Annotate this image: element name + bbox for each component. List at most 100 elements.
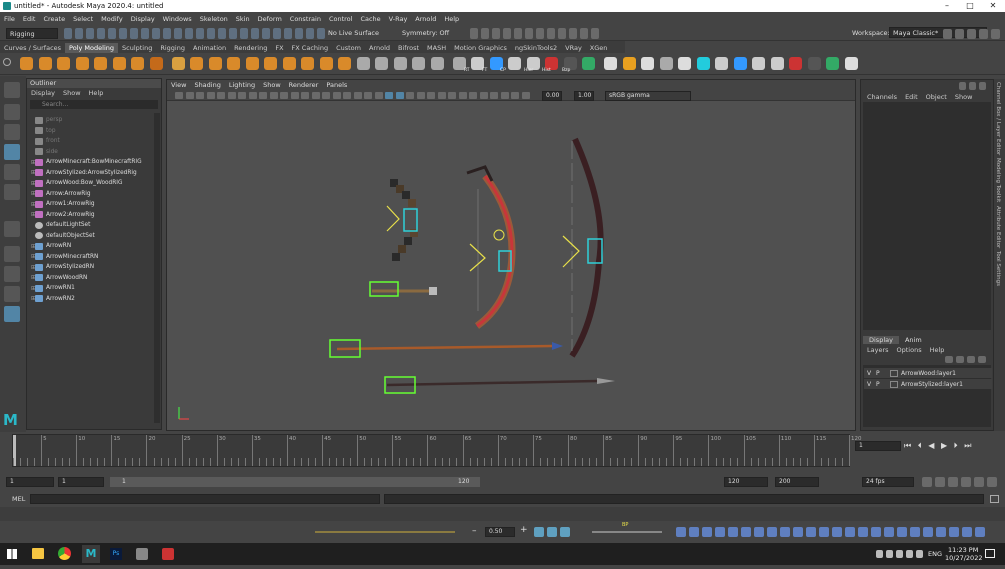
wood-bow-mesh[interactable] xyxy=(562,137,604,358)
tray-icon-0[interactable] xyxy=(876,550,883,558)
viewport-tool-icon-20[interactable] xyxy=(385,92,393,99)
anim-key-icon-2[interactable] xyxy=(560,527,570,537)
viewport-menu-show[interactable]: Show xyxy=(263,81,281,89)
shelf-icon-8[interactable] xyxy=(171,57,185,70)
status-tool-icon-11[interactable] xyxy=(185,28,193,39)
outliner-item[interactable]: top xyxy=(27,126,157,137)
menu-create[interactable]: Create xyxy=(39,15,69,23)
symmetry-label[interactable]: Symmetry: Off xyxy=(402,29,449,37)
last-tool-icon[interactable] xyxy=(4,221,20,237)
status-tool-icon-15[interactable] xyxy=(229,28,237,39)
channel-menu-object[interactable]: Object xyxy=(926,93,947,101)
shelf-tab-0[interactable]: Curves / Surfaces xyxy=(0,43,65,53)
expand-icon[interactable]: ⊞ xyxy=(27,169,36,176)
shelf-icon-10[interactable] xyxy=(208,57,222,70)
anim-minus-icon[interactable]: – xyxy=(472,526,477,536)
viewport-tool-icon-33[interactable] xyxy=(521,92,530,99)
status-tool-icon-1[interactable] xyxy=(75,28,83,39)
side-tab-3[interactable]: Tool Settings xyxy=(995,251,1001,286)
time-slider[interactable]: 5 10 15 20 25 30 35 40 45 50 55 60 65 70 75 80 85 90 95 100… xyxy=(0,433,1005,473)
shelf-icon-13[interactable] xyxy=(264,57,277,70)
status-tool-icon-21[interactable] xyxy=(295,28,303,39)
anim-tangent-icon-8[interactable] xyxy=(780,527,790,537)
expand-icon[interactable]: ⊞ xyxy=(27,253,36,260)
playback-start-field[interactable]: 1 xyxy=(58,477,104,487)
layer-toolbar-icon-3[interactable] xyxy=(978,356,986,363)
viewport-tool-icon-3[interactable] xyxy=(206,92,215,99)
shelf-icon-43[interactable] xyxy=(826,57,839,70)
expand-icon[interactable]: ⊞ xyxy=(27,180,36,187)
viewport-tool-icon-4[interactable] xyxy=(217,92,225,99)
maya-taskbar-icon[interactable]: M xyxy=(82,545,100,563)
shelf-icon-17[interactable] xyxy=(338,57,351,70)
shelf-icon-22[interactable] xyxy=(430,57,444,70)
anim-key-icon-0[interactable] xyxy=(534,527,544,537)
expand-icon[interactable]: ⊞ xyxy=(27,274,36,281)
timeline-ruler[interactable]: 5 10 15 20 25 30 35 40 45 50 55 60 65 70 75 80 85 90 95 100… xyxy=(12,434,862,467)
anim-tangent-icon-11[interactable] xyxy=(819,527,829,537)
menu-deform[interactable]: Deform xyxy=(254,15,286,23)
outliner-search-input[interactable]: Search... xyxy=(30,100,158,109)
language-indicator[interactable]: ENG xyxy=(928,543,942,565)
paint-select-icon[interactable] xyxy=(4,124,20,140)
status-tool-icon-17[interactable] xyxy=(251,28,259,39)
viewport-tool-icon-31[interactable] xyxy=(500,92,509,99)
shelf-icon-6[interactable] xyxy=(131,57,144,70)
anim-tangent-icon-0[interactable] xyxy=(676,527,686,537)
viewport-panel[interactable]: View Shading Lighting Show Renderer Panels 0.… xyxy=(166,79,856,431)
script-editor-icon[interactable] xyxy=(990,495,999,503)
shelf-icon-34[interactable] xyxy=(659,57,673,70)
menu-vray[interactable]: V-Ray xyxy=(385,15,412,23)
shelf-tab-3[interactable]: Rigging xyxy=(156,43,189,53)
layout-icon-1[interactable] xyxy=(955,29,964,39)
tween-slider[interactable] xyxy=(592,531,662,533)
shelf-icon-26[interactable] xyxy=(508,57,521,70)
expand-icon[interactable]: ⊞ xyxy=(27,243,36,250)
side-tab-2[interactable]: Attribute Editor xyxy=(995,206,1001,248)
menu-skin[interactable]: Skin xyxy=(232,15,254,23)
status-tool-icon-16[interactable] xyxy=(240,28,248,39)
shelf-icon-39[interactable] xyxy=(752,57,765,70)
outliner-menu-help[interactable]: Help xyxy=(89,89,104,97)
anim-value-field[interactable]: 0.50 xyxy=(485,527,515,537)
anim-tangent-icon-7[interactable] xyxy=(767,527,777,537)
anim-tangent-icon-4[interactable] xyxy=(728,527,738,537)
close-button[interactable]: ✕ xyxy=(981,0,1005,12)
outliner-item[interactable]: ⊞ ArrowRN2 xyxy=(27,294,157,305)
menu-edit[interactable]: Edit xyxy=(19,15,40,23)
menu-control[interactable]: Control xyxy=(325,15,357,23)
shelf-icon-44[interactable] xyxy=(844,57,858,70)
layer-tab-display[interactable]: Display xyxy=(863,336,899,344)
anim-tangent-icon-1[interactable] xyxy=(689,527,699,537)
shelf-tab-8[interactable]: Custom xyxy=(332,43,365,53)
viewport-tool-icon-27[interactable] xyxy=(458,92,467,99)
channel-menu-edit[interactable]: Edit xyxy=(905,93,918,101)
menu-help[interactable]: Help xyxy=(440,15,463,23)
expand-icon[interactable]: ⊞ xyxy=(27,295,36,302)
channel-toolbar-icon-1[interactable] xyxy=(969,82,976,90)
shelf-icon-41[interactable] xyxy=(789,57,802,70)
shelf-icon-7[interactable] xyxy=(149,57,163,70)
expand-icon[interactable]: ⊞ xyxy=(27,211,36,218)
status-tool-icon-19[interactable] xyxy=(273,28,281,39)
anim-tangent-icon-6[interactable] xyxy=(754,527,764,537)
range-option-icon-2[interactable] xyxy=(948,477,958,487)
viewport-menu-view[interactable]: View xyxy=(171,81,186,89)
shelf-tab-6[interactable]: FX xyxy=(271,43,287,53)
layout-icon-4[interactable] xyxy=(991,29,1000,39)
status-tool-icon-10[interactable] xyxy=(174,28,182,39)
viewport-scene[interactable] xyxy=(167,101,856,431)
shelf-tab-4[interactable]: Animation xyxy=(189,43,230,53)
shelf-icon-1[interactable] xyxy=(38,57,52,70)
viewport-tool-icon-9[interactable] xyxy=(269,92,278,99)
anim-tangent-icon-15[interactable] xyxy=(871,527,881,537)
shelf-icon-3[interactable] xyxy=(75,57,89,70)
shelf-icon-33[interactable] xyxy=(641,57,654,70)
layer-menu-options[interactable]: Options xyxy=(897,346,922,354)
layer-playback-toggle[interactable]: P xyxy=(876,370,890,377)
channel-menu-show[interactable]: Show xyxy=(955,93,973,101)
channel-toolbar-icon-0[interactable] xyxy=(959,82,966,90)
anim-tangent-icon-20[interactable] xyxy=(936,527,946,537)
side-tab-1[interactable]: Modeling Toolkit xyxy=(995,158,1001,202)
viewport-tool-icon-12[interactable] xyxy=(301,92,309,99)
